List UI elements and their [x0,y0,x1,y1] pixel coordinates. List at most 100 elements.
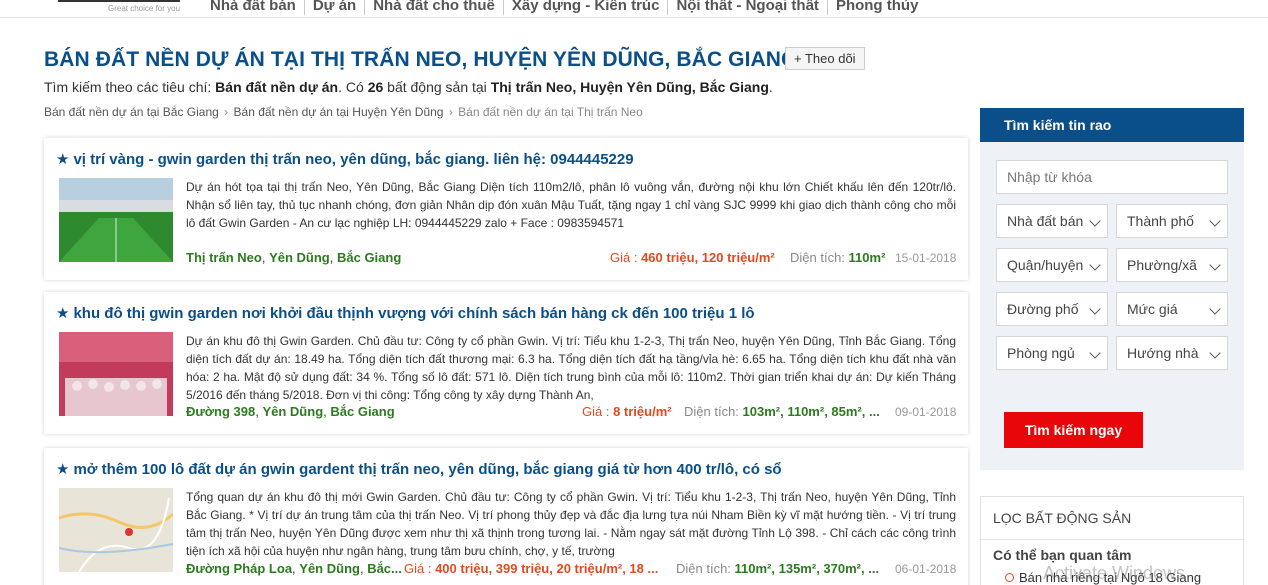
chevron-down-icon [1089,215,1101,227]
price-value: 8 triệu/m² [613,404,672,419]
area-value: 110m², 135m², 370m², ... [734,561,880,576]
select-price[interactable]: Mức giá [1116,292,1228,326]
listing-area: Diện tích: 110m² [790,250,885,265]
chevron-down-icon [1089,347,1101,359]
listing-date: 06-01-2018 [895,562,957,576]
search-button[interactable]: Tìm kiếm ngay [1004,412,1143,448]
listing-price: Giá : 8 triệu/m² [582,404,672,419]
main-nav: Nhà đất bán Dự án Nhà đất cho thuê Xây d… [202,0,926,15]
select-city[interactable]: Thành phố [1116,204,1228,238]
listing-title-text[interactable]: khu đô thị gwin garden nơi khởi đầu thịn… [73,305,754,322]
breadcrumb-sep: › [448,105,453,119]
listing-card[interactable]: ★ khu đô thị gwin garden nơi khởi đầu thị… [44,292,968,434]
select-label: Thành phố [1127,213,1194,229]
summary-criteria: Bán đất nền dự án [215,79,339,95]
chevron-down-icon [1089,303,1101,315]
nav-item-nha-dat-cho-thue[interactable]: Nhà đất cho thuê [365,0,504,15]
keyword-input[interactable]: Nhập từ khóa [996,160,1228,194]
map-image [59,488,173,572]
select-label: Nhà đất bán [1007,213,1084,229]
price-value: 460 triệu, 120 triệu/m² [641,250,775,265]
listing-location: Đường 398, Yên Dũng, Bắc Giang [186,404,395,419]
breadcrumb-sep: › [224,105,229,119]
breadcrumb-link-bac-giang[interactable]: Bán đất nền dự án tại Bắc Giang [44,105,219,119]
star-icon: ★ [56,305,70,322]
select-bedrooms[interactable]: Phòng ngủ [996,336,1108,370]
listing-thumbnail[interactable] [59,178,173,262]
select-label: Đường phố [1007,301,1079,317]
listing-card[interactable]: ★ vị trí vàng - gwin garden thị trấn neo,… [44,138,968,280]
location-link[interactable]: Bắc Giang [330,404,394,419]
listing-price: Giá : 400 triệu, 399 triệu, 20 triệu/m²,… [404,561,658,576]
listing-date: 09-01-2018 [895,405,957,419]
listing-card[interactable]: ★ mở thêm 100 lô đất dự án gwin gardent t… [44,448,968,585]
summary-mid: . Có [338,79,368,95]
listing-description: Dự án hót tọa tại thị trấn Neo, Yên Dũng… [186,180,956,230]
nav-item-phong-thuy[interactable]: Phong thủy [828,0,927,15]
listing-meta: Đường Pháp Loa, Yên Dũng, Bắc... Giá : 4… [186,561,956,579]
location-link[interactable]: Thị trấn Neo [186,250,262,265]
area-value: 103m², 110m², 85m², ... [742,404,880,419]
listing-title-text[interactable]: vị trí vàng - gwin garden thị trấn neo, … [73,151,633,168]
listing-description: Tổng quan dự án khu đô thị mới Gwin Gard… [186,490,956,558]
select-street[interactable]: Đường phố [996,292,1108,326]
chevron-down-icon [1209,347,1221,359]
select-label: Hướng nhà [1127,345,1199,361]
select-property-type[interactable]: Nhà đất bán [996,204,1108,238]
star-icon: ★ [56,151,70,168]
summary-place: Thị trấn Neo, Huyện Yên Dũng, Bắc Giang [490,79,769,95]
listing-meta: Đường 398, Yên Dũng, Bắc Giang Giá : 8 t… [186,404,956,422]
price-label: Giá : [582,404,614,419]
star-icon: ★ [56,461,70,478]
listing-description: Dự án khu đô thị Gwin Garden. Chủ đầu tư… [186,334,956,402]
location-link[interactable]: Bắc Giang [337,250,401,265]
location-link[interactable]: Yên Dũng [262,404,323,419]
nav-item-noi-that[interactable]: Nội thất - Ngoại thất [668,0,828,15]
chevron-down-icon [1209,303,1221,315]
price-value: 400 triệu, 399 triệu, 20 triệu/m², 18 ..… [435,561,659,576]
listing-date: 15-01-2018 [895,251,957,265]
listing-thumbnail[interactable] [59,488,173,572]
select-ward[interactable]: Phường/xã [1116,248,1228,282]
logo[interactable] [58,0,180,2]
follow-button[interactable]: + Theo dõi [785,47,865,70]
breadcrumb: Bán đất nền dự án tại Bắc Giang › Bán đấ… [44,105,643,119]
select-direction[interactable]: Hướng nhà [1116,336,1228,370]
listing-area: Diện tích: 110m², 135m², 370m², ... [676,561,879,576]
listing-location: Đường Pháp Loa, Yên Dũng, Bắc... [186,561,402,576]
listing-price: Giá : 460 triệu, 120 triệu/m² [610,250,775,265]
circle-icon [1005,573,1014,582]
listing-thumbnail[interactable] [59,332,173,416]
nav-item-du-an[interactable]: Dự án [305,0,366,15]
search-summary: Tìm kiếm theo các tiêu chí: Bán đất nền … [44,79,773,95]
listing-title[interactable]: ★ khu đô thị gwin garden nơi khởi đầu thị… [56,304,755,322]
select-label: Mức giá [1127,301,1178,317]
location-link[interactable]: Yên Dũng [299,561,360,576]
filter-title: LỌC BẤT ĐỘNG SẢN [993,510,1132,526]
listing-area: Diện tích: 103m², 110m², 85m², ... [684,404,880,419]
windows-watermark: Activate Windows [1043,563,1186,583]
listing-title[interactable]: ★ vị trí vàng - gwin garden thị trấn neo,… [56,150,634,168]
location-link[interactable]: Đường Pháp Loa [186,561,292,576]
breadcrumb-link-yen-dung[interactable]: Bán đất nền dự án tại Huyện Yên Dũng [234,105,444,119]
area-value: 110m² [848,250,886,265]
listing-meta: Thị trấn Neo, Yên Dũng, Bắc Giang Giá : … [186,250,956,268]
location-link[interactable]: Bắc... [367,561,402,576]
nav-item-xay-dung[interactable]: Xây dựng - Kiến trúc [504,0,669,15]
listing-title[interactable]: ★ mở thêm 100 lô đất dự án gwin gardent t… [56,460,782,478]
top-navbar: Great choice for you Nhà đất bán Dự án N… [0,0,1268,18]
nav-item-nha-dat-ban[interactable]: Nhà đất bán [202,0,305,15]
area-label: Diện tích: [676,561,735,576]
listing-title-text[interactable]: mở thêm 100 lô đất dự án gwin gardent th… [73,461,781,478]
stadium-image [59,178,173,262]
page-title: BÁN ĐẤT NỀN DỰ ÁN TẠI THỊ TRẤN NEO, HUYỆ… [44,48,798,71]
location-link[interactable]: Yên Dũng [269,250,330,265]
summary-count: 26 [367,79,384,95]
select-district[interactable]: Quận/huyện [996,248,1108,282]
price-label: Giá : [404,561,436,576]
area-label: Diện tích: [684,404,743,419]
chevron-down-icon [1209,259,1221,271]
sidebar-search-title: Tìm kiếm tin rao [980,108,1244,142]
summary-prefix: Tìm kiếm theo các tiêu chí: [44,79,216,95]
location-link[interactable]: Đường 398 [186,404,255,419]
